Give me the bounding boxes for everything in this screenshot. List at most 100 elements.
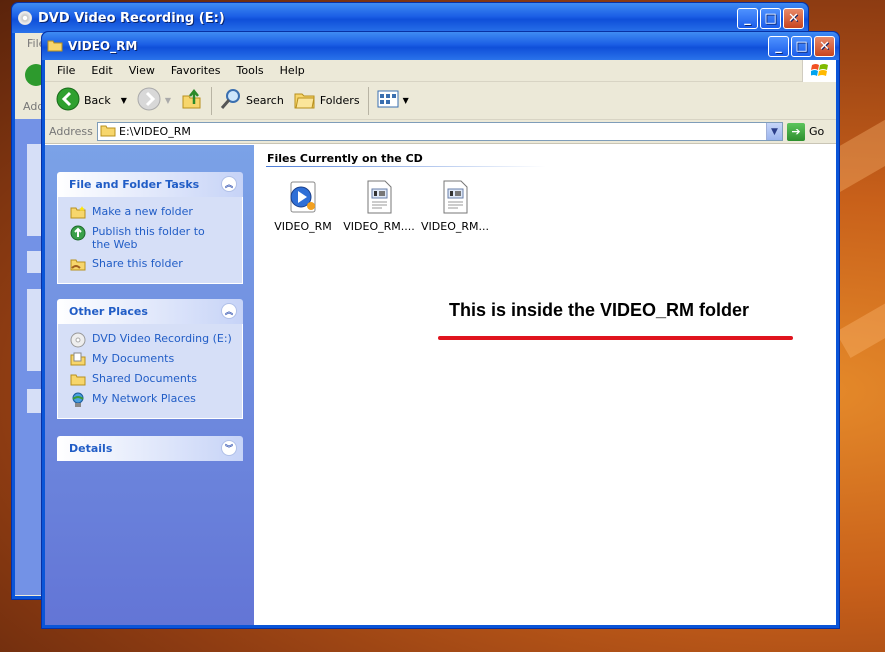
place-dvd-drive[interactable]: DVD Video Recording (E:): [70, 332, 238, 348]
task-make-new-folder[interactable]: Make a new folder: [70, 205, 238, 219]
back-label: Back: [84, 94, 111, 107]
search-icon: [220, 88, 242, 113]
forward-dropdown-icon[interactable]: ▼: [165, 96, 171, 105]
place-label: My Documents: [92, 352, 175, 365]
menu-bar: File Edit View Favorites Tools Help: [45, 60, 836, 82]
menu-tools[interactable]: Tools: [229, 64, 272, 77]
views-icon: [377, 90, 399, 111]
place-label: DVD Video Recording (E:): [92, 332, 232, 345]
annotation-underline: [438, 336, 793, 340]
details-panel: Details ︾: [57, 436, 243, 461]
windows-logo-icon: [802, 60, 836, 82]
search-button[interactable]: Search: [215, 86, 289, 116]
task-label: Share this folder: [92, 257, 183, 270]
menu-favorites[interactable]: Favorites: [163, 64, 229, 77]
file-folder-tasks-header[interactable]: File and Folder Tasks ︽: [57, 172, 243, 197]
minimize-button[interactable]: _: [768, 36, 789, 57]
file-name: VIDEO_RM...: [421, 220, 489, 233]
background-task-pane: [15, 119, 41, 595]
desktop-wallpaper-streak: [835, 272, 885, 358]
document-file-icon: [361, 179, 397, 215]
go-arrow-icon: ➔: [787, 122, 805, 141]
my-documents-icon: [70, 352, 86, 366]
place-label: My Network Places: [92, 392, 196, 405]
folder-icon: [47, 38, 63, 55]
task-label: Make a new folder: [92, 205, 193, 218]
toolbar-separator: [211, 86, 213, 115]
other-places-header[interactable]: Other Places ︽: [57, 299, 243, 324]
shared-documents-icon: [70, 372, 86, 386]
group-header: Files Currently on the CD: [267, 152, 423, 165]
task-label: Publish this folder to the Web: [92, 225, 205, 251]
share-folder-icon: [70, 257, 86, 271]
expand-chevron-icon[interactable]: ︾: [221, 440, 237, 456]
maximize-button[interactable]: □: [791, 36, 812, 57]
file-folder-tasks-panel: File and Folder Tasks ︽ Make a new folde…: [57, 172, 243, 284]
folders-label: Folders: [319, 94, 360, 107]
menu-file[interactable]: File: [49, 64, 83, 77]
address-label: Address: [49, 125, 93, 138]
collapse-chevron-icon[interactable]: ︽: [221, 303, 237, 319]
folders-button[interactable]: Folders: [289, 86, 365, 116]
document-file-icon: [437, 179, 473, 215]
window-titlebar[interactable]: VIDEO_RM _ □ ✕: [42, 32, 839, 60]
details-title: Details: [69, 442, 113, 455]
task-pane: File and Folder Tasks ︽ Make a new folde…: [45, 145, 254, 625]
explorer-window[interactable]: VIDEO_RM _ □ ✕ File Edit View Favorites …: [41, 31, 840, 629]
forward-button[interactable]: ▼: [132, 86, 176, 116]
minimize-button[interactable]: _: [737, 8, 758, 29]
toolbar-separator: [367, 86, 369, 115]
media-file-icon: [285, 179, 321, 215]
dvd-drive-icon: [18, 11, 32, 25]
file-folder-tasks-body: Make a new folder Publish this folder to…: [57, 197, 243, 284]
file-item[interactable]: VIDEO_RM....: [339, 179, 419, 233]
close-button[interactable]: ✕: [783, 8, 804, 29]
file-list-view: Files Currently on the CD VIDEO_RM VIDEO…: [254, 145, 836, 625]
place-shared-documents[interactable]: Shared Documents: [70, 372, 238, 386]
background-window-titlebar[interactable]: DVD Video Recording (E:) _ □ ✕: [12, 3, 808, 33]
views-dropdown-icon: ▼: [402, 96, 409, 105]
other-places-body: DVD Video Recording (E:) My Documents Sh…: [57, 324, 243, 419]
dvd-drive-icon: [70, 332, 86, 348]
menu-view[interactable]: View: [121, 64, 163, 77]
forward-arrow-icon: [137, 87, 161, 114]
address-dropdown-icon[interactable]: ▼: [766, 123, 782, 140]
annotation-text: This is inside the VIDEO_RM folder: [449, 300, 750, 320]
menu-edit[interactable]: Edit: [83, 64, 120, 77]
back-button[interactable]: Back ▼: [51, 86, 132, 116]
menu-help[interactable]: Help: [272, 64, 313, 77]
background-window-title: DVD Video Recording (E:): [38, 10, 225, 26]
address-bar: Address E:\VIDEO_RM ▼ ➔ Go: [45, 120, 836, 144]
place-network-places[interactable]: My Network Places: [70, 392, 238, 407]
new-folder-icon: [70, 205, 86, 219]
group-divider: [266, 166, 546, 167]
network-places-icon: [70, 392, 86, 407]
file-name: VIDEO_RM: [274, 220, 332, 233]
window-client: File Edit View Favorites Tools Help Back…: [45, 60, 836, 625]
toolbar: Back ▼ ▼ Search Folders ▼: [45, 82, 836, 120]
address-folder-icon: [100, 124, 116, 140]
task-publish-folder[interactable]: Publish this folder to the Web: [70, 225, 238, 251]
file-name: VIDEO_RM....: [343, 220, 415, 233]
search-label: Search: [246, 94, 284, 107]
other-places-panel: Other Places ︽ DVD Video Recording (E:) …: [57, 299, 243, 419]
place-label: Shared Documents: [92, 372, 197, 385]
file-folder-tasks-title: File and Folder Tasks: [69, 178, 200, 191]
collapse-chevron-icon[interactable]: ︽: [221, 176, 237, 192]
close-button[interactable]: ✕: [814, 36, 835, 57]
up-folder-button[interactable]: [176, 86, 208, 116]
window-title: VIDEO_RM: [68, 39, 138, 53]
file-item[interactable]: VIDEO_RM: [263, 179, 343, 233]
task-share-folder[interactable]: Share this folder: [70, 257, 238, 271]
views-button[interactable]: ▼: [372, 86, 414, 116]
address-field[interactable]: E:\VIDEO_RM ▼: [97, 122, 783, 141]
other-places-title: Other Places: [69, 305, 148, 318]
back-dropdown-icon[interactable]: ▼: [121, 96, 127, 105]
maximize-button[interactable]: □: [760, 8, 781, 29]
back-arrow-icon: [56, 87, 80, 114]
details-header[interactable]: Details ︾: [57, 436, 243, 461]
file-item[interactable]: VIDEO_RM...: [415, 179, 495, 233]
place-my-documents[interactable]: My Documents: [70, 352, 238, 366]
go-button[interactable]: ➔ Go: [787, 122, 825, 141]
go-label: Go: [809, 125, 825, 138]
